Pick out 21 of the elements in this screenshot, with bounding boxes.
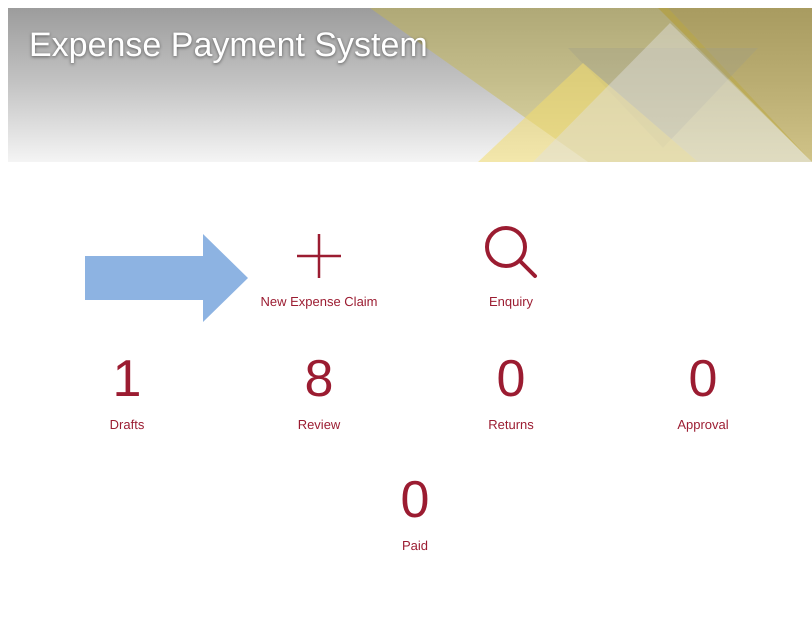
counter-value: 1 (112, 349, 142, 409)
search-icon (483, 224, 539, 280)
counter-value: 0 (688, 349, 718, 409)
counter-label: Paid (402, 538, 428, 553)
counter-label: Approval (677, 417, 729, 432)
action-tile[interactable]: New Expense Claim (260, 224, 378, 309)
counter-value: 0 (496, 349, 526, 409)
action-tile[interactable]: Enquiry (483, 224, 539, 309)
counter-tile[interactable]: 0 Paid (400, 470, 430, 553)
counter-label: Review (298, 417, 340, 432)
plus-icon (294, 232, 343, 280)
counter-value: 0 (400, 470, 430, 530)
counter-tile[interactable]: 1 Drafts (110, 349, 144, 432)
arrow-icon (85, 234, 248, 322)
counter-label: Returns (488, 417, 534, 432)
app-title: Expense Payment System (28, 25, 428, 65)
counter-tile[interactable]: 8 Review (298, 349, 340, 432)
counter-label: Drafts (110, 417, 144, 432)
counter-tile[interactable]: 0 Returns (488, 349, 534, 432)
counter-value: 8 (304, 349, 334, 409)
counter-tile[interactable]: 0 Approval (677, 349, 729, 432)
